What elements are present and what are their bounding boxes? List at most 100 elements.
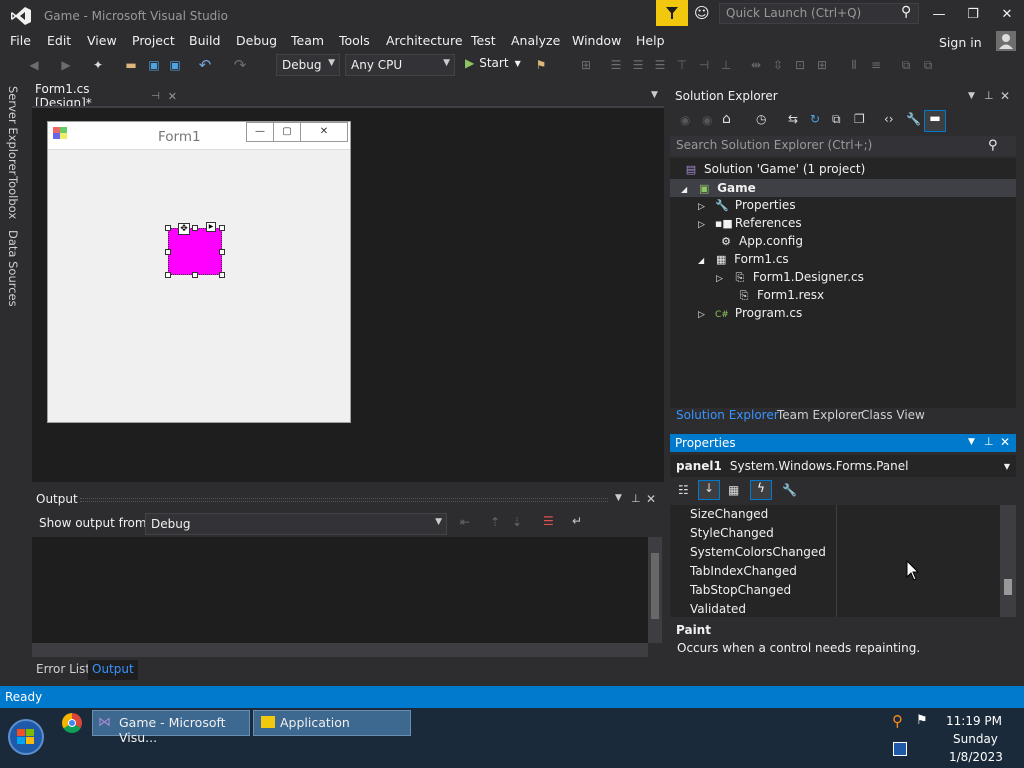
- taskbar-application-folder[interactable]: Application: [253, 710, 411, 736]
- tab-solution-explorer[interactable]: Solution Explorer: [676, 408, 779, 422]
- minimize-button[interactable]: —: [922, 0, 956, 28]
- make-same-height-icon[interactable]: ⇳: [770, 57, 786, 73]
- resize-handle[interactable]: [219, 225, 225, 231]
- start-debugging-button[interactable]: ▶ Start ▼: [465, 56, 521, 70]
- align-centers-icon[interactable]: ☰: [630, 57, 646, 73]
- tree-item-properties[interactable]: ▷ 🔧 Properties: [698, 198, 796, 216]
- format-align-icon[interactable]: ⊞: [578, 57, 594, 73]
- menu-view[interactable]: View: [87, 33, 117, 48]
- event-row[interactable]: SystemColorsChanged: [690, 545, 826, 559]
- chevron-down-icon[interactable]: ▼: [968, 437, 975, 447]
- close-icon[interactable]: ✕: [646, 492, 656, 506]
- scroll-thumb[interactable]: [651, 553, 659, 619]
- bring-to-front-icon[interactable]: ⧉: [898, 57, 914, 73]
- new-project-icon[interactable]: ✦: [90, 57, 106, 73]
- menu-analyze[interactable]: Analyze: [511, 33, 560, 48]
- server-explorer-tab[interactable]: Server Explorer: [6, 86, 20, 175]
- panel1-control[interactable]: [168, 228, 222, 275]
- navigate-forward-icon[interactable]: ▶: [58, 57, 74, 73]
- align-bottoms-icon[interactable]: ⊥: [718, 57, 734, 73]
- spacing-icon[interactable]: ⫴: [846, 57, 862, 73]
- next-message-icon[interactable]: ⇣: [512, 515, 522, 529]
- maximize-button[interactable]: ❐: [956, 0, 990, 28]
- menu-edit[interactable]: Edit: [47, 33, 71, 48]
- error-list-tab[interactable]: Error List: [36, 662, 90, 676]
- menu-debug[interactable]: Debug: [236, 33, 277, 48]
- tab-class-view[interactable]: Class View: [861, 408, 925, 422]
- make-same-size-icon[interactable]: ⊡: [792, 57, 808, 73]
- word-wrap-icon[interactable]: ↵: [572, 514, 582, 528]
- properties-view-icon[interactable]: ▦: [728, 483, 739, 497]
- solution-configuration-dropdown[interactable]: Debug ▼: [276, 54, 340, 76]
- menu-window[interactable]: Window: [572, 33, 621, 48]
- home-icon[interactable]: ⌂: [722, 111, 731, 127]
- open-file-icon[interactable]: ▬: [123, 57, 139, 73]
- designer-document-tab[interactable]: Form1.cs [Design]* ⊣ ✕: [32, 82, 180, 110]
- tree-item-form1[interactable]: ◢ ▦ Form1.cs: [698, 252, 789, 270]
- action-center-flag-icon[interactable]: ⚑: [916, 713, 928, 728]
- clock-day[interactable]: Sunday: [953, 732, 998, 746]
- search-tray-icon[interactable]: ⚲: [892, 712, 903, 730]
- solution-platform-dropdown[interactable]: Any CPU ▼: [345, 54, 455, 76]
- tree-item-app-config[interactable]: ⚙ App.config: [719, 234, 803, 252]
- categorized-icon[interactable]: ☷: [678, 483, 689, 497]
- chevron-down-icon[interactable]: ▼: [615, 493, 622, 503]
- tree-item-form1-designer[interactable]: ▷ ⎘ Form1.Designer.cs: [716, 270, 864, 288]
- close-icon[interactable]: ✕: [1000, 435, 1010, 449]
- event-row[interactable]: SizeChanged: [690, 507, 768, 521]
- send-to-back-icon[interactable]: ⧉: [920, 57, 936, 73]
- scroll-thumb[interactable]: [1004, 579, 1012, 595]
- view-code-icon[interactable]: ‹›: [884, 112, 894, 126]
- move-glyph-icon[interactable]: ✥: [178, 223, 190, 235]
- properties-scrollbar[interactable]: [1000, 505, 1016, 617]
- save-icon[interactable]: ▣: [146, 57, 162, 73]
- previous-message-icon[interactable]: ⇡: [490, 515, 500, 529]
- navigate-back-icon[interactable]: ◀: [26, 57, 42, 73]
- save-all-icon[interactable]: ▣: [167, 57, 183, 73]
- tab-team-explorer[interactable]: Team Explorer: [777, 408, 863, 422]
- solution-search-input[interactable]: Search Solution Explorer (Ctrl+;): [670, 136, 1016, 156]
- feedback-smiley-icon[interactable]: ☺: [694, 4, 714, 24]
- search-icon[interactable]: ⚲: [988, 138, 998, 153]
- forward-icon[interactable]: ◉: [702, 113, 712, 127]
- events-lightning-icon[interactable]: ϟ: [750, 480, 772, 500]
- size-to-grid-icon[interactable]: ⊞: [814, 57, 830, 73]
- menu-team[interactable]: Team: [291, 33, 324, 48]
- tree-item-program[interactable]: ▷ C# Program.cs: [698, 306, 802, 324]
- menu-tools[interactable]: Tools: [339, 33, 370, 48]
- taskbar-visual-studio[interactable]: Game - Microsoft Visu...: [92, 710, 250, 745]
- resize-handle[interactable]: [165, 272, 171, 278]
- chrome-icon[interactable]: [62, 713, 82, 733]
- menu-project[interactable]: Project: [132, 33, 175, 48]
- tree-item-project[interactable]: ◢ ▣ Game: [681, 181, 756, 199]
- sign-in-link[interactable]: Sign in: [939, 35, 982, 50]
- redo-icon[interactable]: ↷: [232, 57, 248, 73]
- notifications-flag-icon[interactable]: [656, 0, 688, 26]
- find-message-icon[interactable]: ⇤: [460, 515, 470, 529]
- alphabetical-icon[interactable]: ↓: [698, 480, 720, 500]
- make-same-width-icon[interactable]: ⇹: [748, 57, 764, 73]
- pin-icon[interactable]: ⊥: [984, 89, 994, 102]
- pending-changes-filter-icon[interactable]: ◷: [756, 112, 766, 126]
- document-dropdown-icon[interactable]: ▼: [651, 90, 658, 100]
- output-vertical-scrollbar[interactable]: [648, 537, 662, 643]
- menu-test[interactable]: Test: [471, 33, 496, 48]
- event-row[interactable]: TabStopChanged: [690, 583, 791, 597]
- pin-icon[interactable]: ⊥: [631, 492, 641, 505]
- output-text-area[interactable]: [32, 537, 648, 643]
- align-tops-icon[interactable]: ⊤: [674, 57, 690, 73]
- align-lefts-icon[interactable]: ☰: [608, 57, 624, 73]
- property-pages-icon[interactable]: 🔧: [782, 483, 797, 497]
- properties-wrench-icon[interactable]: 🔧: [906, 112, 921, 126]
- pin-icon[interactable]: ⊣: [151, 91, 160, 102]
- undo-icon[interactable]: ↶: [197, 57, 213, 73]
- spacing-vertical-icon[interactable]: ≡: [868, 57, 884, 73]
- clock-date[interactable]: 1/8/2023: [949, 750, 1003, 764]
- windows-start-icon[interactable]: [8, 719, 44, 755]
- smart-tag-icon[interactable]: ▶: [206, 222, 216, 232]
- clear-all-icon[interactable]: ☰: [543, 514, 554, 528]
- close-button[interactable]: ✕: [990, 0, 1024, 28]
- align-rights-icon[interactable]: ☰: [652, 57, 668, 73]
- menu-architecture[interactable]: Architecture: [386, 33, 463, 48]
- resize-handle[interactable]: [165, 225, 171, 231]
